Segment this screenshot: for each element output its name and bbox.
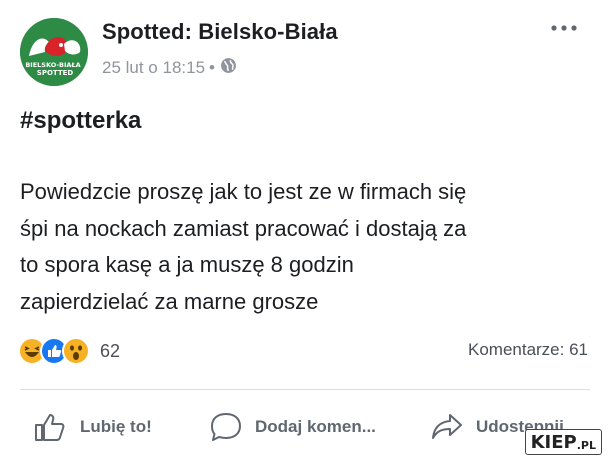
meta-separator: • — [209, 58, 215, 77]
comment-label: Dodaj komen... — [255, 417, 376, 436]
like-button[interactable]: Lubię to! — [34, 407, 152, 447]
watermark-suffix: .PL — [576, 438, 596, 452]
globe-icon[interactable] — [220, 57, 237, 79]
ellipsis-icon — [551, 25, 577, 31]
post-timestamp[interactable]: 25 lut o 18:15 — [102, 58, 205, 78]
post-meta: 25 lut o 18:15 • — [102, 57, 237, 79]
post-text-line: zapierdzielać za marne grosze — [20, 288, 319, 314]
thumbs-up-icon — [35, 414, 65, 441]
page-name-link[interactable]: Spotted: Bielsko-Biała — [102, 19, 338, 45]
watermark-main: KIEP — [530, 431, 577, 453]
post-text-line: to spora kasę a ja muszę 8 godzin — [20, 252, 354, 277]
comment-button[interactable]: Dodaj komen... — [209, 407, 376, 447]
comments-count-link[interactable]: Komentarze: 61 — [468, 340, 588, 360]
divider — [20, 389, 590, 390]
share-arrow-icon — [432, 414, 462, 439]
like-label: Lubię to! — [80, 417, 152, 436]
post-text-line: śpi na nockach zamiast pracować i dostaj… — [20, 215, 467, 241]
svg-text:SPOTTED: SPOTTED — [37, 69, 74, 77]
page-avatar[interactable]: BIELSKO-BIAŁA SPOTTED — [20, 18, 88, 86]
more-options-button[interactable] — [546, 16, 582, 40]
post-text: Powiedzcie proszę jak to jest ze w firma… — [20, 174, 590, 320]
post-hashtag[interactable]: #spotterka — [20, 107, 141, 135]
site-watermark: KIEP .PL — [524, 429, 602, 455]
reactions-count: 62 — [100, 340, 121, 361]
comment-bubble-icon — [211, 413, 241, 441]
spotted-logo: BIELSKO-BIAŁA SPOTTED — [20, 18, 88, 86]
post-text-line: Powiedzcie proszę jak to jest ze w firma… — [20, 179, 467, 204]
svg-text:BIELSKO-BIAŁA: BIELSKO-BIAŁA — [25, 61, 80, 69]
wow-icon — [62, 337, 90, 365]
reactions-summary[interactable]: 62 — [18, 336, 120, 366]
